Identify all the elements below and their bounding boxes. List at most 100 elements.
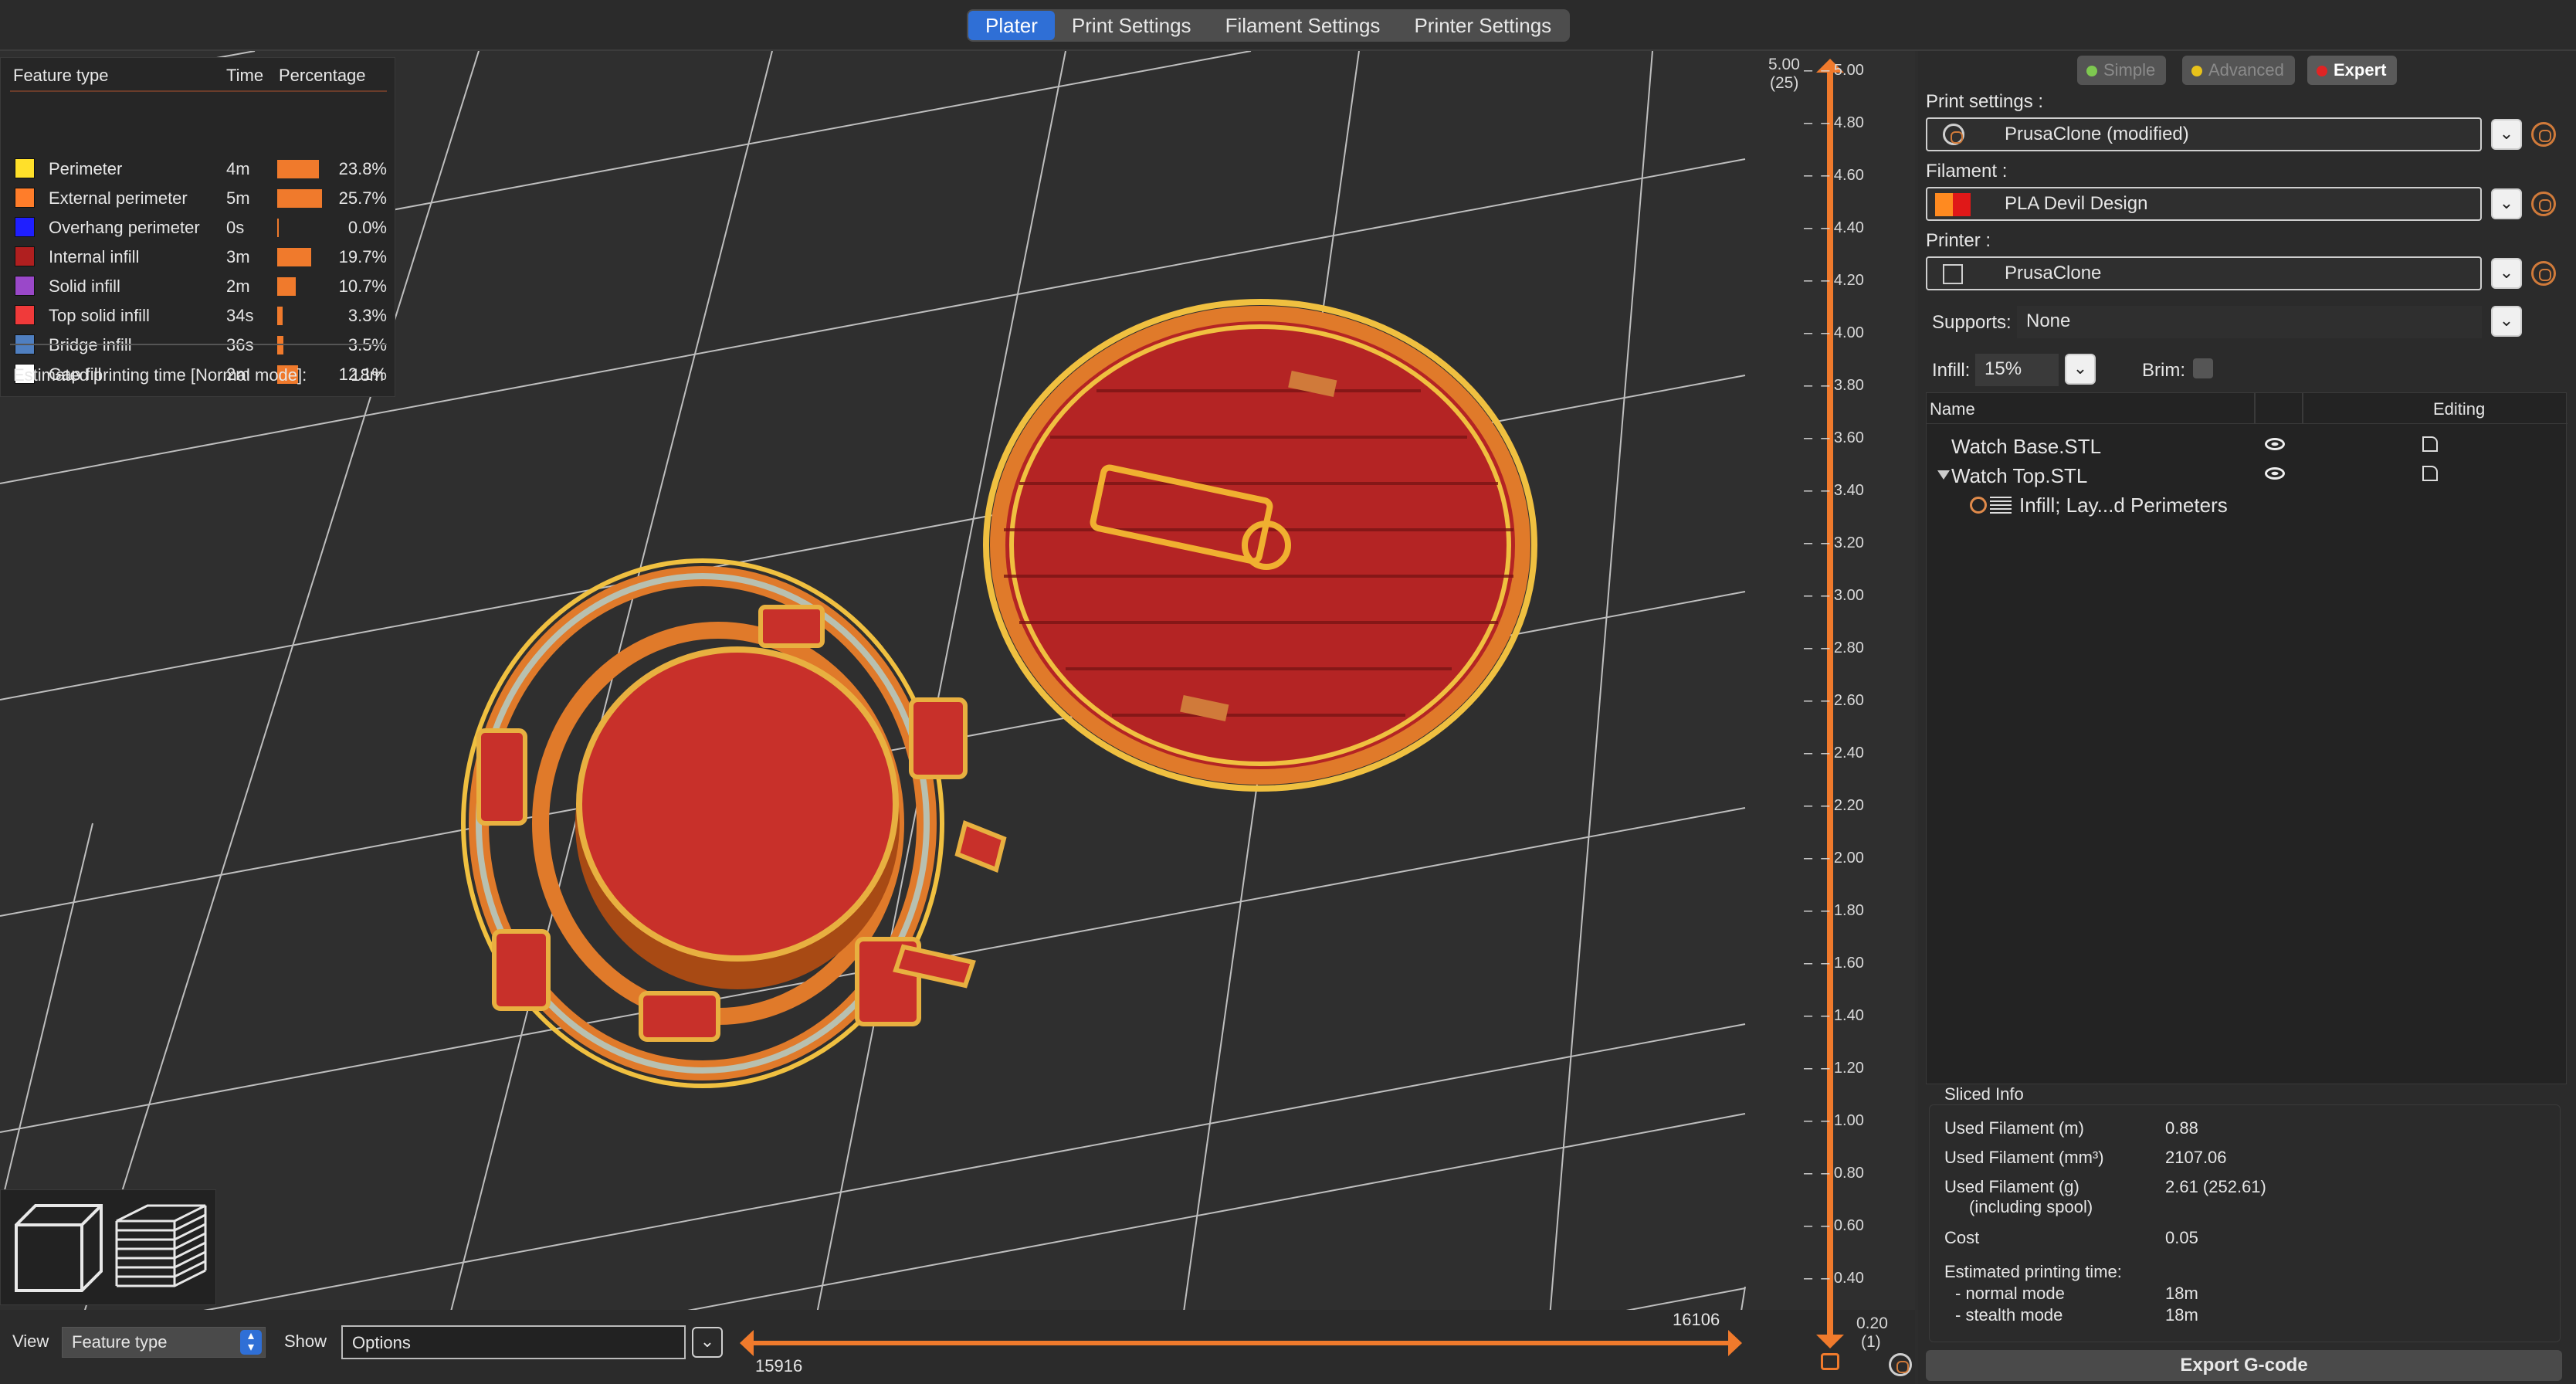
used-filament-g-label: Used Filament (g) bbox=[1944, 1177, 2079, 1196]
mode-expert-button[interactable]: Expert bbox=[2307, 56, 2398, 85]
slider-left-thumb[interactable] bbox=[740, 1330, 754, 1356]
list-item[interactable]: Infill; Lay...d Perimeters bbox=[1927, 490, 2568, 518]
legend-feature-name: Internal infill bbox=[49, 247, 140, 266]
legend-percentage-bar bbox=[277, 219, 279, 237]
print-settings-edit-gear-icon[interactable] bbox=[2531, 122, 2556, 147]
printer-select[interactable]: PrusaClone bbox=[1926, 256, 2482, 290]
gear-icon[interactable] bbox=[1889, 1353, 1912, 1376]
legend-row[interactable]: Perimeter 4m 23.8% bbox=[1, 154, 396, 183]
horizontal-move-slider[interactable] bbox=[740, 1330, 1742, 1356]
tab-plater[interactable]: Plater bbox=[968, 11, 1055, 40]
printer-edit-gear-icon[interactable] bbox=[2531, 261, 2556, 286]
print-settings-value: PrusaClone (modified) bbox=[2005, 124, 2189, 144]
column-editing-header: Editing bbox=[2433, 399, 2486, 419]
edit-icon[interactable] bbox=[2422, 436, 2438, 452]
layer-tick-label: – – 4.40 bbox=[1804, 219, 1864, 236]
filament-color-swatch-icon bbox=[1935, 193, 1971, 216]
layer-tick-label: – – 0.40 bbox=[1804, 1270, 1864, 1287]
printer-label: Printer : bbox=[1926, 230, 1991, 251]
legend-row[interactable]: Internal infill 3m 19.7% bbox=[1, 242, 396, 271]
layer-tick-label: – – 3.80 bbox=[1804, 377, 1864, 394]
watch-top-model[interactable] bbox=[983, 299, 1537, 792]
used-filament-m-label: Used Filament (m) bbox=[1944, 1118, 2084, 1138]
supports-dropdown-button[interactable]: ⌄ bbox=[2491, 306, 2522, 337]
infill-dropdown-button[interactable]: ⌄ bbox=[2065, 354, 2096, 385]
chevron-down-icon: ⌄ bbox=[2073, 358, 2088, 378]
layer-tick-label: – – 4.60 bbox=[1804, 167, 1864, 184]
print-settings-select[interactable]: PrusaClone (modified) bbox=[1926, 117, 2482, 151]
brim-label: Brim: bbox=[2142, 360, 2185, 381]
watch-base-model[interactable] bbox=[461, 558, 1007, 1088]
layer-tick-label: – – 3.20 bbox=[1804, 534, 1864, 551]
chevron-down-icon: ⌄ bbox=[2499, 263, 2514, 282]
eye-icon[interactable] bbox=[2265, 438, 2285, 450]
filament-select[interactable]: PLA Devil Design bbox=[1926, 187, 2482, 221]
filament-edit-gear-icon[interactable] bbox=[2531, 192, 2556, 216]
sliced-info-title: Sliced Info bbox=[1944, 1084, 2024, 1104]
legend-color-swatch bbox=[15, 158, 35, 178]
list-item[interactable]: Watch Base.STL bbox=[1927, 432, 2568, 460]
legend-feature-name: Overhang perimeter bbox=[49, 218, 200, 237]
legend-feature-name: Solid infill bbox=[49, 276, 120, 296]
view-type-select[interactable]: Feature type ▴ ▾ bbox=[62, 1327, 266, 1358]
legend-row[interactable]: Overhang perimeter 0s 0.0% bbox=[1, 212, 396, 242]
status-dot-icon bbox=[2317, 66, 2327, 76]
legend-feature-time: 2m bbox=[226, 276, 250, 296]
estimated-time-label: Estimated printing time [Normal mode]: bbox=[13, 365, 307, 385]
used-filament-mm3-value: 2107.06 bbox=[2165, 1148, 2227, 1167]
gear-icon bbox=[1943, 124, 1964, 145]
legend-row[interactable]: External perimeter 5m 25.7% bbox=[1, 183, 396, 212]
legend-percentage-bar bbox=[277, 277, 296, 296]
expand-triangle-icon[interactable] bbox=[1937, 470, 1950, 480]
3d-view-icon[interactable] bbox=[15, 1204, 103, 1292]
legend-feature-name: Top solid infill bbox=[49, 306, 150, 325]
app-window: { "tabs":["Plater","Print Settings","Fil… bbox=[0, 0, 2576, 1384]
tab-print-settings[interactable]: Print Settings bbox=[1055, 11, 1208, 40]
legend-feature-time: 5m bbox=[226, 188, 250, 208]
legend-percentage-bar bbox=[277, 307, 283, 325]
export-gcode-button[interactable]: Export G-code bbox=[1926, 1350, 2562, 1381]
filament-dropdown-button[interactable]: ⌄ bbox=[2491, 188, 2522, 219]
layer-tick-label: – – 2.60 bbox=[1804, 692, 1864, 709]
brim-checkbox[interactable] bbox=[2193, 358, 2213, 378]
lock-icon[interactable] bbox=[1821, 1353, 1839, 1370]
hslider-right-value: 16106 bbox=[1673, 1310, 1720, 1329]
mode-advanced-button[interactable]: Advanced bbox=[2182, 56, 2295, 85]
tab-filament-settings[interactable]: Filament Settings bbox=[1208, 11, 1398, 40]
eye-icon[interactable] bbox=[2265, 467, 2285, 480]
legend-row[interactable]: Solid infill 2m 10.7% bbox=[1, 271, 396, 300]
edit-icon[interactable] bbox=[2422, 466, 2438, 481]
legend-row[interactable]: Top solid infill 34s 3.3% bbox=[1, 300, 396, 330]
printer-dropdown-button[interactable]: ⌄ bbox=[2491, 258, 2522, 289]
layer-slider-bottom-thumb[interactable] bbox=[1816, 1335, 1844, 1348]
show-options-field[interactable]: Options bbox=[341, 1325, 686, 1359]
used-filament-m-value: 0.88 bbox=[2165, 1118, 2198, 1138]
legend-feature-name: Bridge infill bbox=[49, 335, 132, 354]
used-filament-mm3-label: Used Filament (mm³) bbox=[1944, 1148, 2104, 1167]
supports-select[interactable]: None bbox=[2017, 306, 2482, 338]
main-tabs: Plater Print Settings Filament Settings … bbox=[967, 9, 1571, 42]
legend-feature-time: 3m bbox=[226, 247, 250, 266]
mode-simple-button[interactable]: Simple bbox=[2077, 56, 2167, 85]
layers-view-icon[interactable] bbox=[115, 1204, 207, 1287]
print-settings-label: Print settings : bbox=[1926, 91, 2044, 112]
view-label: View bbox=[12, 1331, 49, 1351]
infill-value: 15% bbox=[1985, 358, 2022, 379]
list-item[interactable]: Watch Top.STL bbox=[1927, 461, 2568, 489]
layer-tick-label: – – 5.00 bbox=[1804, 62, 1864, 79]
print-settings-dropdown-button[interactable]: ⌄ bbox=[2491, 119, 2522, 150]
tab-printer-settings[interactable]: Printer Settings bbox=[1397, 11, 1568, 40]
layer-tick-label: – – 4.80 bbox=[1804, 114, 1864, 131]
legend-header-time: Time bbox=[226, 66, 264, 85]
chevron-down-icon: ⌄ bbox=[2499, 193, 2514, 212]
supports-value: None bbox=[2026, 310, 2071, 331]
legend-header-feature: Feature type bbox=[13, 66, 109, 85]
object-settings-summary: Infill; Lay...d Perimeters bbox=[2019, 494, 2228, 517]
slider-right-thumb[interactable] bbox=[1728, 1330, 1742, 1356]
legend-percentage-bar bbox=[277, 248, 311, 266]
layer-top-index: (25) bbox=[1770, 74, 1799, 92]
show-options-dropdown-button[interactable]: ⌄ bbox=[692, 1327, 723, 1358]
infill-input[interactable]: 15% bbox=[1975, 354, 2059, 386]
legend-feature-percentage: 19.7% bbox=[338, 247, 387, 266]
layer-tick-label: – – 0.80 bbox=[1804, 1165, 1864, 1182]
